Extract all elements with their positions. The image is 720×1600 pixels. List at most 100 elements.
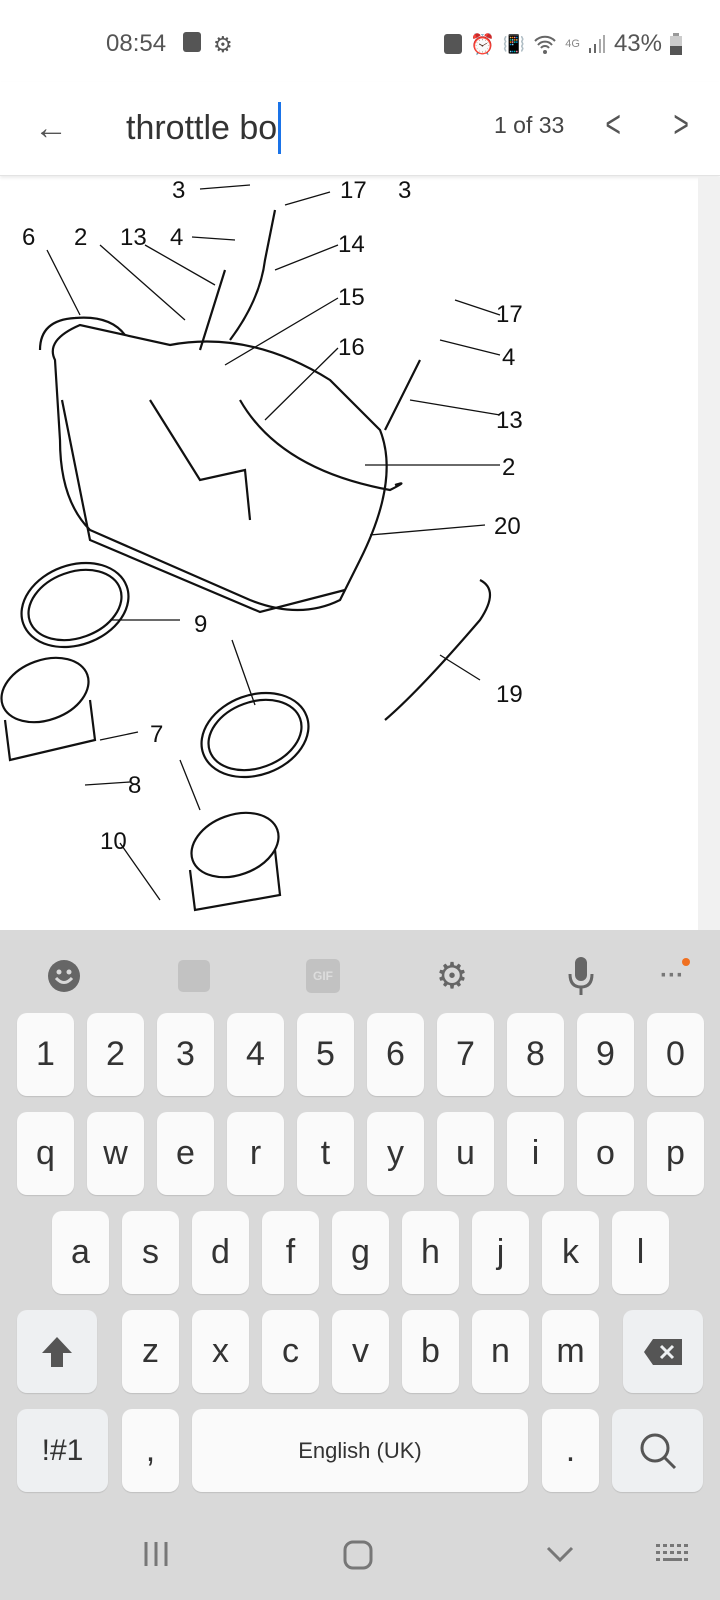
recents-icon[interactable] [142,1540,170,1573]
clock-icon [183,32,201,52]
part-label: 2 [502,454,515,481]
part-label: 17 [496,301,523,328]
more-icon[interactable]: ··· [652,956,692,996]
key-i[interactable]: i [507,1112,564,1195]
search-input[interactable]: throttle bo [126,102,282,154]
battery-icon [670,33,682,55]
match-count: 1 of 33 [494,112,565,138]
key-1[interactable]: 1 [17,1013,74,1096]
key-b[interactable]: b [402,1310,459,1393]
gif-label: GIF [306,959,340,993]
chevron-left-icon[interactable]: < [605,104,621,147]
key-p[interactable]: p [647,1112,704,1195]
search-icon [640,1433,676,1469]
key-9[interactable]: 9 [577,1013,634,1096]
period-key[interactable]: . [542,1409,599,1492]
chevron-right-icon[interactable]: > [673,104,689,147]
key-v[interactable]: v [332,1310,389,1393]
key-7[interactable]: 7 [437,1013,494,1096]
sticker-icon[interactable] [174,956,214,996]
key-f[interactable]: f [262,1211,319,1294]
nfc-icon [443,34,462,54]
key-l[interactable]: l [612,1211,669,1294]
shift-icon [42,1336,72,1367]
shift-key[interactable] [17,1310,97,1393]
part-label: 15 [338,284,365,311]
number-row: 1234567890 [0,1013,720,1096]
key-k[interactable]: k [542,1211,599,1294]
keyboard-icon[interactable] [655,1540,689,1573]
key-g[interactable]: g [332,1211,389,1294]
back-icon[interactable] [545,1540,575,1575]
space-key[interactable]: English (UK) [192,1409,528,1492]
part-label: 7 [150,721,163,748]
part-label: 3 [398,177,411,204]
part-label: 9 [194,611,207,638]
key-m[interactable]: m [542,1310,599,1393]
key-r[interactable]: r [227,1112,284,1195]
part-label: 4 [170,224,183,251]
key-t[interactable]: t [297,1112,354,1195]
part-label: 10 [100,828,127,855]
comma-key[interactable]: , [122,1409,179,1492]
key-4[interactable]: 4 [227,1013,284,1096]
key-a[interactable]: a [52,1211,109,1294]
home-row: asdfghjkl [0,1211,720,1294]
key-0[interactable]: 0 [647,1013,704,1096]
document-view[interactable]: 3 17 3 6 2 13 4 14 15 17 16 4 13 2 20 9 19 7 8 10 [0,177,720,930]
part-label: 2 [74,224,87,251]
qwerty-row: qwertyuiop [0,1112,720,1195]
key-u[interactable]: u [437,1112,494,1195]
notification-dot [682,958,690,966]
part-label: 4 [502,344,515,371]
key-d[interactable]: d [192,1211,249,1294]
home-icon[interactable] [343,1540,373,1575]
key-5[interactable]: 5 [297,1013,354,1096]
microphone-icon[interactable] [561,956,601,996]
scrollbar[interactable] [698,177,720,930]
key-c[interactable]: c [262,1310,319,1393]
wifi-icon [534,35,556,54]
key-n[interactable]: n [472,1310,529,1393]
keyboard: GIF ⚙ ··· 1234567890 qwertyuiop asdfghjk… [0,930,720,1600]
key-8[interactable]: 8 [507,1013,564,1096]
key-h[interactable]: h [402,1211,459,1294]
key-3[interactable]: 3 [157,1013,214,1096]
key-w[interactable]: w [87,1112,144,1195]
vibrate-icon: 📳 [502,33,526,54]
key-x[interactable]: x [192,1310,249,1393]
key-j[interactable]: j [472,1211,529,1294]
signal-icon [588,35,605,53]
back-arrow-icon[interactable]: ← [34,106,78,150]
bottom-letter-row: zxcvbnm [0,1310,720,1393]
key-e[interactable]: e [157,1112,214,1195]
search-key[interactable] [612,1409,703,1492]
part-label: 14 [338,231,365,258]
part-label: 20 [494,513,521,540]
gif-icon[interactable]: GIF [303,956,343,996]
key-z[interactable]: z [122,1310,179,1393]
part-label: 3 [172,177,185,204]
key-s[interactable]: s [122,1211,179,1294]
key-o[interactable]: o [577,1112,634,1195]
emoji-icon[interactable] [44,956,84,996]
navigation-bar [0,1510,720,1600]
space-row: !#1 , English (UK) . [0,1409,720,1492]
settings-icon[interactable]: ⚙ [432,955,472,996]
symbols-key[interactable]: !#1 [17,1409,108,1492]
backspace-key[interactable] [623,1310,703,1393]
network-type: 4G [565,38,580,50]
part-label: 8 [128,772,141,799]
battery-percent: 43% [613,30,662,57]
key-y[interactable]: y [367,1112,424,1195]
find-in-page-bar: ← throttle bo 1 of 33 < > [0,82,720,176]
part-label: 13 [120,224,147,251]
key-q[interactable]: q [17,1112,74,1195]
part-label: 6 [22,224,35,251]
part-label: 13 [496,407,523,434]
clock-time: 08:54 [106,30,167,57]
key-2[interactable]: 2 [87,1013,144,1096]
alarm-icon: ⏰ [469,33,495,56]
key-6[interactable]: 6 [367,1013,424,1096]
part-label: 19 [496,681,523,708]
